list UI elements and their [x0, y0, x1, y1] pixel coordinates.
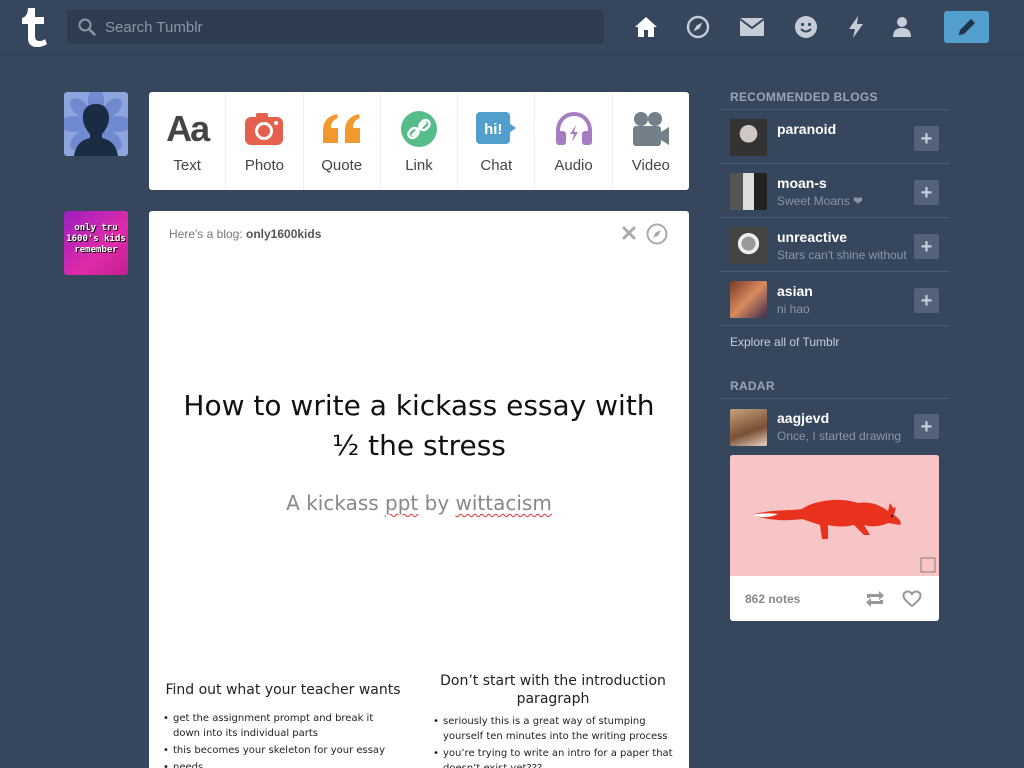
post-type-label: Link	[405, 157, 433, 174]
slide-subtitle: A kickass ppt by wittacism	[149, 491, 689, 515]
blog-name[interactable]: paranoid	[777, 121, 836, 137]
messaging-smiley-icon[interactable]	[793, 14, 819, 40]
post-header: Here's a blog: only1600kids	[169, 227, 321, 241]
camera-icon	[242, 109, 286, 149]
post-type-link-button[interactable]: Link	[381, 92, 459, 190]
recommended-blog-item[interactable]: moan-s Sweet Moans ❤ +	[720, 164, 949, 218]
reblog-icon[interactable]	[864, 589, 886, 609]
list-item: get the assignment prompt and break it d…	[163, 711, 403, 741]
post-type-label: Photo	[244, 157, 285, 174]
post-type-audio-button[interactable]: Audio	[535, 92, 613, 190]
follow-plus-button[interactable]: +	[914, 414, 939, 439]
recommended-post-card: Here's a blog: only1600kids How to write…	[149, 211, 689, 768]
subtitle-text: wittacism	[455, 491, 552, 515]
follow-plus-button[interactable]: +	[914, 234, 939, 259]
column-heading: Don’t start with the introduction paragr…	[440, 673, 666, 707]
search-box[interactable]	[67, 10, 604, 44]
blog-description: Stars can't shine without	[777, 248, 907, 262]
headphones-icon	[552, 109, 596, 149]
search-input[interactable]	[105, 10, 595, 44]
blog-name[interactable]: unreactive	[777, 229, 847, 245]
post-blog-avatar[interactable]: only tru 1600's kids remember	[64, 211, 128, 275]
blog-description: Sweet Moans ❤	[777, 194, 864, 208]
post-type-photo-button[interactable]: Photo	[226, 92, 304, 190]
post-type-text-button[interactable]: Aa Text	[149, 92, 227, 190]
post-type-label: Audio	[554, 157, 593, 174]
post-header-prefix: Here's a blog:	[169, 227, 243, 241]
slide-title-line: ½ the stress	[332, 429, 506, 462]
slide-title: How to write a kickass essay with ½ the …	[149, 386, 689, 466]
blog-avatar[interactable]	[730, 409, 767, 446]
recommended-blog-item[interactable]: asian ni hao +	[720, 272, 949, 326]
blog-avatar[interactable]	[730, 227, 767, 264]
blog-description: Once, I started drawing	[777, 429, 902, 443]
slide-title-line: How to write a kickass essay with	[183, 389, 655, 422]
blog-avatar[interactable]	[730, 119, 767, 156]
blog-name[interactable]: asian	[777, 283, 813, 299]
video-camera-icon	[629, 109, 673, 149]
follow-plus-button[interactable]: +	[914, 126, 939, 151]
notes-count[interactable]: 862 notes	[745, 592, 800, 606]
chat-bubble-icon: hi!	[474, 109, 518, 149]
like-heart-icon[interactable]	[902, 590, 922, 608]
post-blog-name-link[interactable]: only1600kids	[246, 227, 321, 241]
home-icon[interactable]	[633, 14, 659, 40]
list-item: needs	[163, 760, 403, 768]
column-heading: Find out what your teacher wants	[165, 682, 401, 698]
pencil-icon	[958, 19, 975, 35]
post-type-quote-button[interactable]: Quote	[304, 92, 381, 190]
slide-right-column: Don’t start with the introduction paragr…	[433, 672, 673, 768]
dismiss-close-icon[interactable]	[621, 225, 637, 241]
post-type-label: Chat	[480, 157, 513, 174]
list-item: you’re trying to write an intro for a pa…	[433, 746, 673, 768]
blog-name[interactable]: moan-s	[777, 175, 827, 191]
tumblr-logo-icon[interactable]	[16, 6, 50, 48]
subtitle-text: ppt	[385, 491, 419, 515]
new-post-bar: Aa Text Photo Quote Link hi! Chat Audio	[149, 92, 689, 190]
top-nav-bar	[0, 0, 1024, 55]
list-item: seriously this is a great way of stumpin…	[433, 714, 673, 744]
radar-post-card: 862 notes	[730, 455, 939, 621]
recommended-blogs-title: RECOMMENDED BLOGS	[730, 90, 878, 104]
subtitle-text: A kickass	[286, 491, 379, 515]
explore-all-link[interactable]: Explore all of Tumblr	[730, 335, 839, 349]
blog-avatar[interactable]	[730, 281, 767, 318]
blog-description: ni hao	[777, 302, 810, 316]
list-item: this becomes your skeleton for your essa…	[163, 743, 403, 758]
explore-compass-icon[interactable]	[685, 14, 711, 40]
search-icon	[78, 18, 96, 36]
compose-post-button[interactable]	[944, 11, 989, 43]
recommended-blog-item[interactable]: unreactive Stars can't shine without +	[720, 218, 949, 272]
avatar-caption: only tru 1600's kids remember	[66, 223, 126, 255]
account-person-icon[interactable]	[889, 14, 915, 40]
radar-title: RADAR	[730, 379, 775, 393]
post-type-label: Video	[631, 157, 670, 174]
slide-left-column: Find out what your teacher wants get the…	[163, 681, 403, 768]
recommended-blog-item[interactable]: paranoid +	[720, 110, 949, 164]
radar-post-image[interactable]	[730, 455, 939, 576]
post-type-label: Text	[173, 157, 201, 174]
activity-lightning-icon[interactable]	[843, 14, 869, 40]
blog-name[interactable]: aagjevd	[777, 410, 829, 426]
follow-plus-button[interactable]: +	[914, 288, 939, 313]
post-type-video-button[interactable]: Video	[613, 92, 689, 190]
radar-blog-item[interactable]: aagjevd Once, I started drawing +	[720, 399, 949, 453]
post-type-label: Quote	[321, 157, 363, 174]
text-aa-icon: Aa	[166, 108, 210, 149]
link-icon	[397, 109, 441, 149]
subtitle-text: by	[424, 491, 450, 515]
follow-plus-button[interactable]: +	[914, 180, 939, 205]
post-type-chat-button[interactable]: hi! Chat	[458, 92, 536, 190]
explore-compass-icon[interactable]	[646, 223, 668, 245]
blog-avatar[interactable]	[730, 173, 767, 210]
user-avatar[interactable]	[64, 92, 128, 156]
inbox-mail-icon[interactable]	[739, 14, 765, 40]
quote-icon	[320, 109, 364, 149]
